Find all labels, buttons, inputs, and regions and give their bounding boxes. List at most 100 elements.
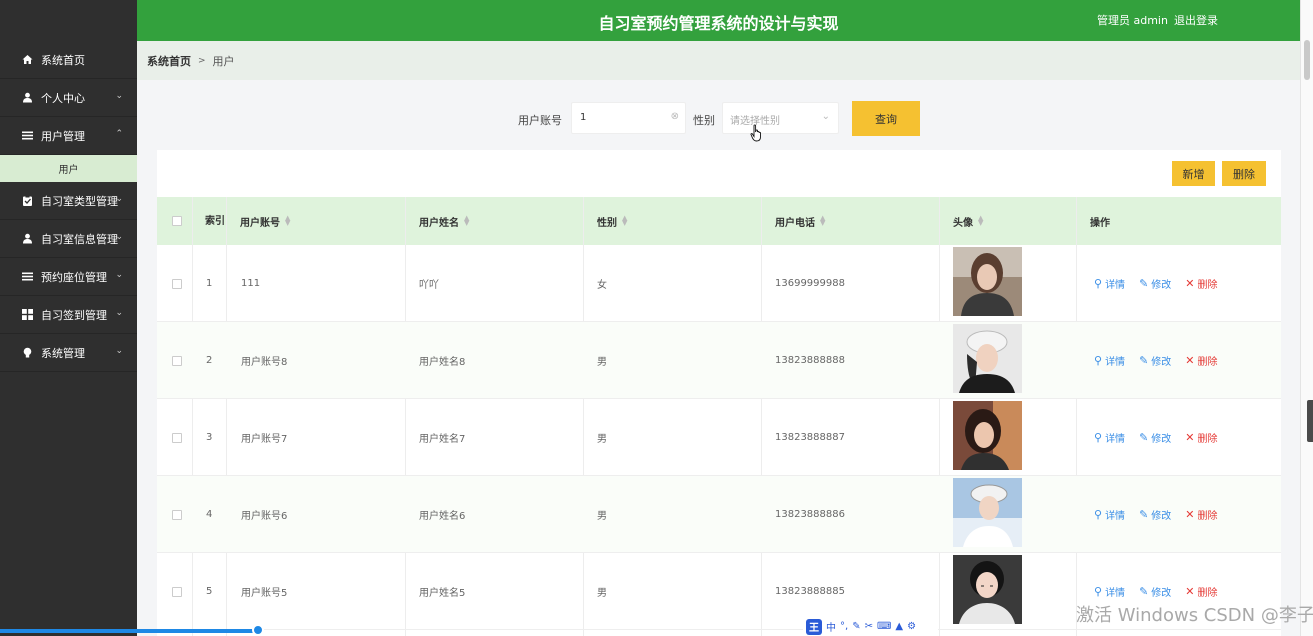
- chevron-down-icon: ⌄: [821, 111, 830, 122]
- progress-handle[interactable]: [252, 624, 264, 636]
- ime-pen-icon[interactable]: ✎: [852, 621, 860, 632]
- delete-row-button[interactable]: ✕ 删除: [1185, 353, 1217, 368]
- delete-label: 删除: [1197, 280, 1218, 291]
- delete-row-button[interactable]: ✕ 删除: [1185, 584, 1217, 599]
- person-icon: [22, 92, 33, 103]
- sidebar-item-label: 自习室信息管理: [41, 232, 118, 246]
- row-checkbox[interactable]: [172, 245, 182, 322]
- sidebar-item-label: 预约座位管理: [41, 270, 107, 284]
- sidebar-item-label: 自习室类型管理: [41, 194, 118, 208]
- row-checkbox[interactable]: [172, 322, 182, 399]
- ime-punct-icon[interactable]: °,: [840, 621, 848, 632]
- edit-label: 修改: [1151, 588, 1172, 599]
- sort-icon[interactable]: ▲ ▼: [622, 215, 627, 227]
- sort-icon[interactable]: ▲ ▼: [820, 215, 825, 227]
- search-icon: ⚲: [1094, 354, 1103, 367]
- sort-icon[interactable]: ▲ ▼: [285, 215, 290, 227]
- sort-icon[interactable]: ▲ ▼: [978, 215, 983, 227]
- row-actions: ⚲ 详情 ✎ 修改 ✕ 删除: [1094, 245, 1232, 322]
- delete-row-button[interactable]: ✕ 删除: [1185, 430, 1217, 445]
- header-avatar[interactable]: 头像 ▲ ▼: [953, 197, 983, 245]
- row-checkbox[interactable]: [172, 476, 182, 553]
- header-name[interactable]: 用户姓名 ▲ ▼: [419, 197, 469, 245]
- sidebar-item-seat-booking[interactable]: 预约座位管理 ⌄: [0, 258, 137, 296]
- ime-mode[interactable]: 中: [826, 619, 836, 634]
- current-user: 管理员 admin: [1097, 14, 1168, 27]
- ime-logo-icon: 王: [806, 618, 822, 635]
- ime-toolbar[interactable]: 王 中 °, ✎ ✂ ⌨ ▲ ⚙: [803, 617, 938, 636]
- gender-select[interactable]: 请选择性别 ⌄: [722, 102, 839, 134]
- sidebar-item-label: 系统首页: [41, 53, 85, 67]
- side-dock-handle[interactable]: [1307, 400, 1313, 442]
- page-progress-bar: [0, 629, 262, 633]
- detail-button[interactable]: ⚲ 详情: [1094, 430, 1125, 445]
- cell-index: 3: [206, 432, 213, 443]
- home-icon: [22, 54, 33, 65]
- ime-scissors-icon[interactable]: ✂: [865, 621, 873, 632]
- cell-name: 用户姓名8: [419, 357, 466, 368]
- pencil-icon: ✎: [1139, 508, 1149, 521]
- query-button[interactable]: 查询: [852, 101, 920, 136]
- sidebar-item-users[interactable]: 用户管理 ⌃: [0, 117, 137, 155]
- sidebar-item-label: 自习签到管理: [41, 308, 107, 322]
- account-input-value: 1: [580, 112, 587, 123]
- sidebar-item-home[interactable]: 系统首页: [0, 41, 137, 79]
- scrollbar[interactable]: [1300, 0, 1313, 636]
- cell-account: 111: [241, 278, 261, 289]
- cell-name: 用户姓名7: [419, 434, 466, 445]
- search-icon: ⚲: [1094, 277, 1103, 290]
- edit-button[interactable]: ✎ 修改: [1139, 507, 1171, 522]
- row-checkbox[interactable]: [172, 553, 182, 630]
- detail-button[interactable]: ⚲ 详情: [1094, 276, 1125, 291]
- pencil-icon: ✎: [1139, 431, 1149, 444]
- breadcrumb-current: 用户: [212, 54, 235, 68]
- detail-label: 详情: [1105, 434, 1126, 445]
- logout-link[interactable]: 退出登录: [1174, 12, 1218, 28]
- sort-icon[interactable]: ▲ ▼: [464, 215, 469, 227]
- edit-button[interactable]: ✎ 修改: [1139, 430, 1171, 445]
- edit-button[interactable]: ✎ 修改: [1139, 584, 1171, 599]
- ime-settings-icon[interactable]: ⚙: [907, 621, 916, 632]
- delete-button[interactable]: 删除: [1222, 161, 1266, 186]
- header-gender[interactable]: 性别 ▲ ▼: [597, 197, 627, 245]
- detail-button[interactable]: ⚲ 详情: [1094, 507, 1125, 522]
- detail-button[interactable]: ⚲ 详情: [1094, 584, 1125, 599]
- clear-icon[interactable]: ⊗: [671, 111, 679, 122]
- select-all-checkbox[interactable]: [172, 197, 182, 245]
- edit-label: 修改: [1151, 511, 1172, 522]
- sidebar-item-room-info[interactable]: 自习室信息管理 ⌄: [0, 220, 137, 258]
- sidebar-item-system[interactable]: 系统管理 ⌄: [0, 334, 137, 372]
- delete-label: 删除: [1197, 357, 1218, 368]
- edit-button[interactable]: ✎ 修改: [1139, 353, 1171, 368]
- cell-name: 用户姓名6: [419, 511, 466, 522]
- sidebar-item-personal[interactable]: 个人中心 ⌄: [0, 79, 137, 117]
- breadcrumb-home[interactable]: 系统首页: [147, 53, 191, 69]
- close-icon: ✕: [1185, 508, 1195, 521]
- sidebar-item-room-type[interactable]: 自习室类型管理 ⌄: [0, 182, 137, 220]
- cell-account: 用户账号7: [241, 434, 288, 445]
- header-ops: 操作: [1090, 217, 1110, 229]
- chevron-down-icon: ⌄: [115, 232, 123, 242]
- ime-shirt-icon[interactable]: ▲: [895, 621, 903, 632]
- chevron-down-icon: ⌄: [115, 194, 123, 204]
- ime-keyboard-icon[interactable]: ⌨: [877, 621, 891, 632]
- add-button[interactable]: 新增: [1172, 161, 1215, 186]
- sidebar-item-checkin[interactable]: 自习签到管理 ⌄: [0, 296, 137, 334]
- edit-button[interactable]: ✎ 修改: [1139, 276, 1171, 291]
- breadcrumb-separator: >: [198, 55, 206, 66]
- account-search-input[interactable]: 1 ⊗: [571, 102, 686, 134]
- scrollbar-thumb[interactable]: [1304, 40, 1310, 80]
- header-account[interactable]: 用户账号 ▲ ▼: [240, 197, 290, 245]
- sidebar-subitem-user[interactable]: 用户: [0, 155, 137, 182]
- delete-row-button[interactable]: ✕ 删除: [1185, 276, 1217, 291]
- row-checkbox[interactable]: [172, 399, 182, 476]
- close-icon: ✕: [1185, 277, 1195, 290]
- cell-index: 2: [206, 355, 213, 366]
- cell-index: 5: [206, 586, 213, 597]
- table-row: 2 用户账号8 用户姓名8 男 13823888888 ⚲ 详情 ✎ 修改 ✕ 删除: [157, 322, 1281, 399]
- header-phone[interactable]: 用户电话 ▲ ▼: [775, 197, 825, 245]
- detail-button[interactable]: ⚲ 详情: [1094, 353, 1125, 368]
- avatar: [953, 401, 1022, 470]
- cell-phone: 13699999988: [775, 278, 845, 289]
- delete-row-button[interactable]: ✕ 删除: [1185, 507, 1217, 522]
